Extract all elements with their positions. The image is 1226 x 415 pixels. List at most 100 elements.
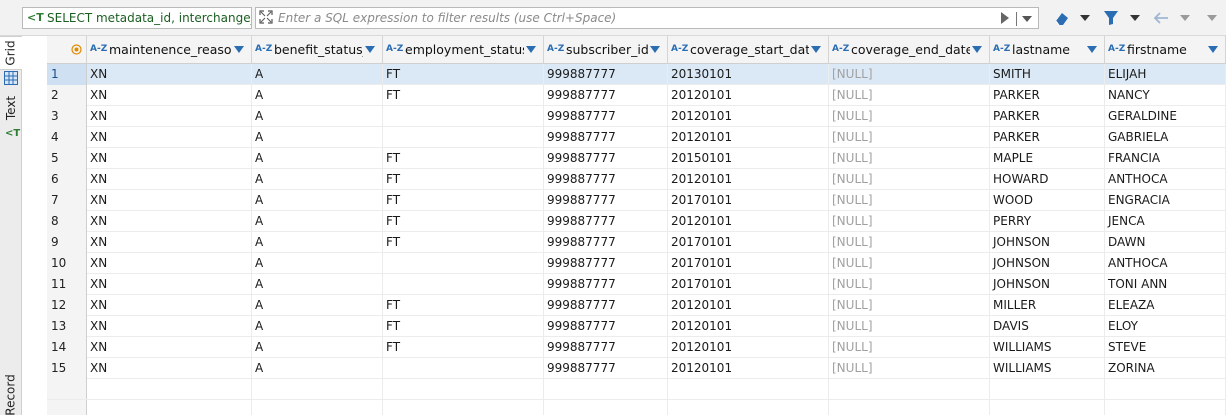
tab-grid[interactable]: Grid (0, 36, 22, 70)
table-cell[interactable]: 999887777 (544, 211, 668, 232)
table-cell[interactable]: XN (87, 127, 252, 148)
table-cell[interactable]: XN (87, 337, 252, 358)
sort-filter-icon[interactable] (972, 46, 982, 53)
table-cell[interactable]: JOHNSON (990, 253, 1105, 274)
table-cell[interactable] (383, 274, 544, 295)
table-cell[interactable]: 999887777 (544, 358, 668, 379)
table-row[interactable]: 8 XN A FT 999887777 20120101 [NULL] PERRY JENCA (47, 211, 1226, 232)
table-cell[interactable]: XN (87, 169, 252, 190)
table-cell[interactable]: 20120101 (668, 316, 829, 337)
table-cell[interactable]: [NULL] (829, 190, 990, 211)
table-cell[interactable]: [NULL] (829, 274, 990, 295)
row-number[interactable]: 7 (47, 190, 87, 211)
sort-filter-icon[interactable] (811, 46, 821, 53)
table-cell[interactable]: ZORINA (1105, 358, 1226, 379)
select-all-header[interactable] (47, 36, 87, 64)
table-cell[interactable]: PARKER (990, 127, 1105, 148)
table-cell[interactable]: 999887777 (544, 127, 668, 148)
table-cell[interactable]: [NULL] (829, 211, 990, 232)
table-cell[interactable]: A (252, 253, 383, 274)
table-cell[interactable]: [NULL] (829, 85, 990, 106)
table-row[interactable]: 10 XN A 999887777 20170101 [NULL] JOHNSON ANTHO… (47, 253, 1226, 274)
table-cell[interactable] (383, 127, 544, 148)
table-cell[interactable]: 20150101 (668, 148, 829, 169)
table-cell[interactable] (383, 106, 544, 127)
table-cell[interactable]: WILLIAMS (990, 358, 1105, 379)
row-number[interactable]: 10 (47, 253, 87, 274)
apply-filter-icon[interactable] (1001, 12, 1009, 24)
table-cell[interactable]: [NULL] (829, 295, 990, 316)
table-cell[interactable]: XN (87, 232, 252, 253)
table-cell[interactable]: A (252, 211, 383, 232)
table-cell[interactable]: 999887777 (544, 274, 668, 295)
table-cell[interactable]: FT (383, 85, 544, 106)
table-cell[interactable]: 20130101 (668, 64, 829, 85)
column-header[interactable]: A-Z lastname (990, 36, 1105, 64)
table-cell[interactable]: 999887777 (544, 295, 668, 316)
table-cell[interactable]: JOHNSON (990, 274, 1105, 295)
filter-input[interactable] (278, 9, 998, 27)
table-row[interactable]: 3 XN A 999887777 20120101 [NULL] PARKER GERALDI… (47, 106, 1226, 127)
table-cell[interactable]: [NULL] (829, 337, 990, 358)
table-cell[interactable]: 999887777 (544, 169, 668, 190)
table-cell[interactable]: 20120101 (668, 337, 829, 358)
table-cell[interactable]: GERALDINE (1105, 106, 1226, 127)
table-cell[interactable]: 20120101 (668, 169, 829, 190)
table-cell[interactable]: A (252, 106, 383, 127)
row-number[interactable]: 13 (47, 316, 87, 337)
table-cell[interactable]: [NULL] (829, 169, 990, 190)
table-cell[interactable]: 999887777 (544, 253, 668, 274)
table-cell[interactable]: 999887777 (544, 148, 668, 169)
table-row[interactable]: 6 XN A FT 999887777 20120101 [NULL] HOWARD ANTHO… (47, 169, 1226, 190)
table-row[interactable]: 9 XN A FT 999887777 20170101 [NULL] JOHNSON DAWN (47, 232, 1226, 253)
table-cell[interactable]: [NULL] (829, 358, 990, 379)
column-header[interactable]: A-Z subscriber_id (544, 36, 668, 64)
table-cell[interactable]: 20120101 (668, 85, 829, 106)
table-cell[interactable]: A (252, 358, 383, 379)
column-header[interactable]: A-Zmaintenence_reason_ (87, 36, 252, 64)
table-cell[interactable]: FRANCIA (1105, 148, 1226, 169)
table-cell[interactable]: [NULL] (829, 316, 990, 337)
table-cell[interactable]: SMITH (990, 64, 1105, 85)
row-number[interactable]: 9 (47, 232, 87, 253)
table-cell[interactable]: FT (383, 295, 544, 316)
table-cell[interactable]: HOWARD (990, 169, 1105, 190)
table-cell[interactable]: FT (383, 190, 544, 211)
table-row[interactable]: 14 XN A FT 999887777 20120101 [NULL] WILLIAMS ST… (47, 337, 1226, 358)
row-number[interactable]: 4 (47, 127, 87, 148)
row-number[interactable]: 5 (47, 148, 87, 169)
table-row[interactable]: 4 XN A 999887777 20120101 [NULL] PARKER GABRIEL… (47, 127, 1226, 148)
table-cell[interactable]: WILLIAMS (990, 337, 1105, 358)
table-cell[interactable]: FT (383, 232, 544, 253)
table-cell[interactable] (383, 253, 544, 274)
table-cell[interactable]: 20120101 (668, 211, 829, 232)
row-number[interactable]: 11 (47, 274, 87, 295)
table-cell[interactable]: WOOD (990, 190, 1105, 211)
column-header[interactable]: A-Z coverage_start_date (668, 36, 829, 64)
table-cell[interactable]: 20120101 (668, 295, 829, 316)
table-cell[interactable]: PARKER (990, 85, 1105, 106)
table-cell[interactable]: PERRY (990, 211, 1105, 232)
table-cell[interactable] (383, 358, 544, 379)
table-cell[interactable]: 999887777 (544, 85, 668, 106)
table-cell[interactable]: XN (87, 358, 252, 379)
row-number[interactable]: 8 (47, 211, 87, 232)
column-header[interactable]: A-Z benefit_status_ (252, 36, 383, 64)
table-cell[interactable]: 999887777 (544, 64, 668, 85)
clear-filter-dropdown-icon[interactable] (1080, 15, 1090, 21)
sort-filter-icon[interactable] (650, 46, 660, 53)
column-header[interactable]: A-Z firstname (1105, 36, 1226, 64)
table-cell[interactable]: XN (87, 253, 252, 274)
history-back-dropdown-icon[interactable] (1180, 15, 1190, 21)
table-cell[interactable]: [NULL] (829, 64, 990, 85)
table-cell[interactable]: PARKER (990, 106, 1105, 127)
table-cell[interactable]: XN (87, 316, 252, 337)
table-cell[interactable]: A (252, 190, 383, 211)
table-cell[interactable]: FT (383, 148, 544, 169)
filter-settings-dropdown-icon[interactable] (1130, 15, 1140, 21)
grid-icon[interactable] (4, 71, 18, 85)
row-number[interactable]: 15 (47, 358, 87, 379)
row-number[interactable]: 2 (47, 85, 87, 106)
row-number[interactable]: 6 (47, 169, 87, 190)
table-cell[interactable]: A (252, 64, 383, 85)
